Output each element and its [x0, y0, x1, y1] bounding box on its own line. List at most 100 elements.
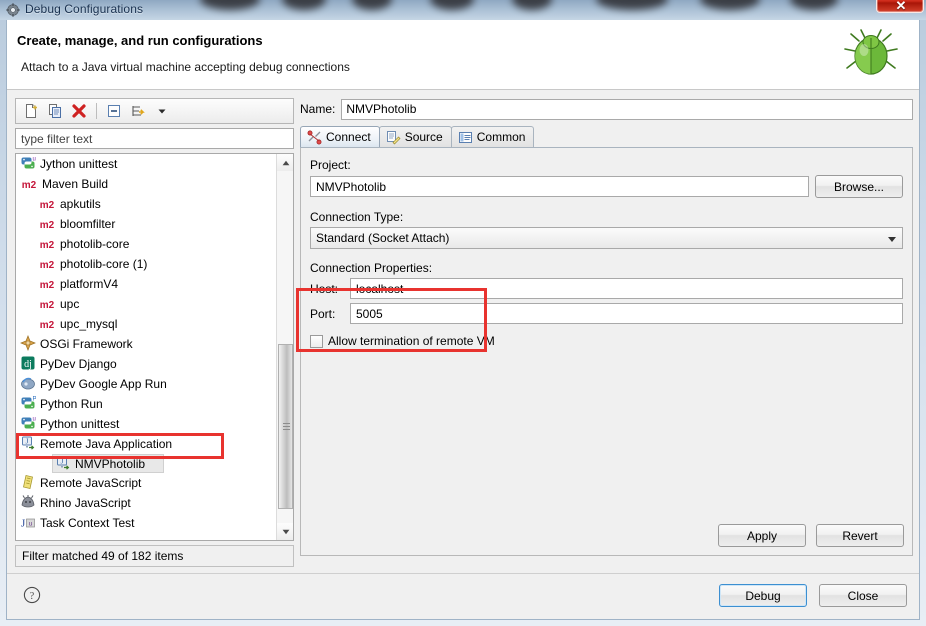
python-unittest-icon: u — [20, 415, 36, 431]
tree-item-label: upc — [60, 297, 80, 311]
tree-item-label: photolib-core — [60, 237, 130, 251]
tab-bar: Connect Source Common — [300, 126, 913, 148]
tree-item-photolib-core-1[interactable]: m2 photolib-core (1) — [16, 254, 274, 274]
tree-item-rhino-javascript[interactable]: Rhino JavaScript — [16, 493, 274, 513]
green-bug-icon — [841, 25, 901, 85]
close-button[interactable]: Close — [819, 584, 907, 607]
collapse-all-icon[interactable] — [103, 101, 125, 121]
name-input[interactable] — [341, 98, 913, 120]
svg-text:P: P — [33, 397, 37, 403]
rhino-icon — [20, 494, 36, 510]
tab-source-label: Source — [404, 129, 443, 144]
google-app-icon — [20, 375, 36, 391]
m2-icon: m2 — [39, 220, 55, 231]
remote-java-icon: J — [55, 455, 71, 471]
tree-item-label: bloomfilter — [60, 217, 116, 231]
tab-source[interactable]: Source — [378, 126, 452, 147]
revert-button[interactable]: Revert — [816, 524, 904, 547]
toolbar-separator — [96, 103, 97, 119]
configuration-editor: Name: Connect — [300, 98, 913, 582]
tree-item-label: Task Context Test — [40, 516, 135, 530]
host-row: Host: — [310, 278, 903, 299]
red-x-icon[interactable] — [68, 101, 90, 121]
tree-item-nmvphotolib[interactable]: J NMVPhotolib — [52, 454, 164, 473]
project-label: Project: — [310, 158, 351, 172]
tree-item-osgi-framework[interactable]: OSGi Framework — [16, 334, 274, 354]
scroll-up-icon[interactable] — [277, 154, 293, 171]
tree-item-task-context-test[interactable]: Ju Task Context Test — [16, 513, 274, 533]
chevron-down-icon[interactable] — [151, 101, 173, 121]
scrollbar-thumb[interactable] — [278, 344, 293, 509]
common-icon — [458, 130, 473, 145]
tree-item-python-unittest[interactable]: u Python unittest — [16, 414, 274, 434]
m2-icon: m2 — [39, 240, 55, 251]
source-icon — [386, 130, 401, 145]
browse-button[interactable]: Browse... — [815, 175, 903, 198]
tree-item-remote-java-application[interactable]: J Remote Java Application — [16, 434, 274, 454]
tree-item-label: Jython unittest — [40, 157, 118, 171]
tree-item-bloomfilter[interactable]: m2 bloomfilter — [16, 214, 274, 234]
tree-item-upc-mysql[interactable]: m2 upc_mysql — [16, 314, 274, 334]
page-title: Create, manage, and run configurations — [17, 33, 263, 48]
allow-termination-label: Allow termination of remote VM — [328, 334, 495, 348]
configurations-toolbar — [15, 98, 294, 124]
question-mark-icon[interactable]: ? — [23, 586, 41, 604]
svg-text:u: u — [33, 417, 36, 423]
remote-java-icon: J — [20, 435, 36, 451]
port-label: Port: — [310, 306, 336, 321]
tree-item-photolib-core[interactable]: m2 photolib-core — [16, 234, 274, 254]
titlebar-smudge — [596, 0, 668, 10]
gear-icon — [6, 3, 20, 17]
debug-button[interactable]: Debug — [719, 584, 807, 607]
connection-type-combo[interactable]: Standard (Socket Attach) — [310, 227, 903, 249]
tab-connect[interactable]: Connect — [300, 126, 380, 147]
tree-item-jython-unittest[interactable]: u Jython unittest — [16, 154, 274, 174]
configurations-tree[interactable]: u Jython unittest m2 Maven Build m2 apkutils m… — [15, 153, 294, 541]
tab-common[interactable]: Common — [450, 126, 535, 147]
tree-item-upc[interactable]: m2 upc — [16, 294, 274, 314]
new-document-icon[interactable] — [20, 101, 42, 121]
port-input[interactable] — [350, 303, 903, 324]
tree-item-label: photolib-core (1) — [60, 257, 148, 271]
host-input[interactable] — [350, 278, 903, 299]
python-run-icon: P — [20, 395, 37, 411]
tree-scrollbar[interactable] — [276, 154, 293, 540]
close-window-button[interactable]: ✕ — [876, 0, 924, 13]
tree-item-pydev-django[interactable]: dj PyDev Django — [16, 354, 274, 374]
allow-termination-checkbox[interactable] — [310, 334, 323, 348]
copy-icon[interactable] — [44, 101, 66, 121]
filter-input[interactable] — [15, 128, 294, 149]
titlebar-smudge — [430, 0, 474, 10]
port-row: Port: — [310, 303, 903, 324]
tree-item-label: NMVPhotolib — [75, 457, 146, 471]
filter-status-text: Filter matched 49 of 182 items — [15, 545, 294, 567]
allow-termination-row[interactable]: Allow termination of remote VM — [310, 334, 903, 348]
tree-item-pydev-google-app-run[interactable]: PyDev Google App Run — [16, 374, 274, 394]
tree-item-remote-javascript[interactable]: Remote JavaScript — [16, 473, 274, 493]
tree-item-python-run[interactable]: PPython Run — [16, 394, 274, 414]
titlebar-smudge — [282, 0, 326, 10]
apply-revert-row: Apply Revert — [718, 524, 904, 547]
svg-text:u: u — [29, 521, 33, 528]
close-icon: ✕ — [895, 0, 907, 13]
m2-icon: m2 — [39, 260, 55, 271]
host-label: Host: — [310, 281, 339, 296]
apply-button[interactable]: Apply — [718, 524, 806, 547]
filter-arrow-icon[interactable] — [127, 101, 149, 121]
svg-text:?: ? — [30, 591, 35, 602]
scroll-down-icon[interactable] — [277, 523, 293, 540]
m2-icon: m2 — [39, 300, 55, 311]
python-unittest-icon: u — [20, 155, 36, 171]
window-title: Debug Configurations — [25, 2, 144, 16]
tree-item-label: Python Run — [40, 397, 103, 411]
dialog-body: Create, manage, and run configurations A… — [6, 20, 920, 620]
tree-item-apkutils[interactable]: m2 apkutils — [16, 194, 274, 214]
connect-icon — [307, 130, 322, 145]
project-input[interactable] — [310, 176, 809, 197]
django-icon: dj — [20, 355, 36, 371]
tree-item-label: PyDev Django — [40, 357, 117, 371]
titlebar-smudge — [512, 0, 552, 10]
tree-item-maven-build[interactable]: m2 Maven Build — [16, 174, 274, 194]
connection-properties-label: Connection Properties: — [310, 261, 433, 275]
tree-item-platformv4[interactable]: m2 platformV4 — [16, 274, 274, 294]
